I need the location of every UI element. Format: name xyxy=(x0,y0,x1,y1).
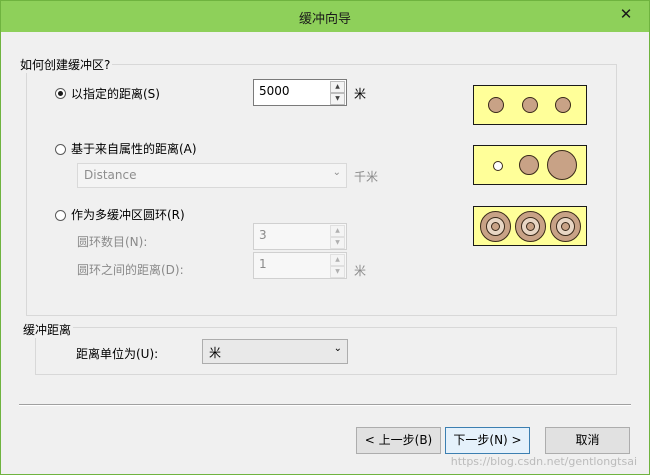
buffer-circle-small-icon xyxy=(493,161,503,171)
ring-buffer-icon xyxy=(480,211,511,242)
ring-distance-down-arrow-icon[interactable]: ▼ xyxy=(330,266,345,278)
single-buffer-illustration xyxy=(473,85,587,125)
variable-buffer-illustration xyxy=(473,145,587,185)
radio-specified-distance-label[interactable]: 以指定的距离(S) xyxy=(71,85,160,102)
distance-field-value: Distance xyxy=(84,168,137,182)
title-bar[interactable]: 缓冲向导 ✕ xyxy=(1,1,649,32)
rings-buffer-illustration xyxy=(473,206,587,246)
radio-specified-distance[interactable] xyxy=(55,88,66,99)
ring-count-label: 圆环数目(N): xyxy=(77,235,148,249)
distance-unit-select-label: 距离单位为(U): xyxy=(76,347,159,361)
ring-distance-up-arrow-icon[interactable]: ▲ xyxy=(330,254,345,266)
attribute-unit-label: 千米 xyxy=(354,170,379,184)
radio-attribute-distance[interactable] xyxy=(55,144,66,155)
close-icon[interactable]: ✕ xyxy=(609,3,643,25)
radio-multiple-rings[interactable] xyxy=(55,210,66,221)
ring-buffer-icon xyxy=(515,211,546,242)
distance-field-select[interactable]: Distance ⌄ xyxy=(77,163,347,188)
ring-distance-value[interactable]: 1 xyxy=(259,257,267,271)
wizard-body: 如何创建缓冲区? 以指定的距离(S) 5000 ▲ ▼ 米 基于来自属性的距离(… xyxy=(9,32,641,468)
buffer-distance-group: 缓冲距离 距离单位为(U): 米 ⌄ xyxy=(21,321,617,375)
buffer-circle-icon xyxy=(522,97,538,113)
create-buffer-group-title: 如何创建缓冲区? xyxy=(18,56,113,73)
chevron-down-icon: ⌄ xyxy=(333,343,342,354)
distance-value[interactable]: 5000 xyxy=(259,84,290,98)
ring-count-spin-buttons: ▲ ▼ xyxy=(330,225,345,249)
distance-stepper[interactable]: 5000 ▲ ▼ xyxy=(253,79,347,106)
create-buffer-group: 如何创建缓冲区? 以指定的距离(S) 5000 ▲ ▼ 米 基于来自属性的距离(… xyxy=(18,56,617,316)
distance-unit-label: 米 xyxy=(354,87,367,101)
distance-spin-buttons: ▲ ▼ xyxy=(330,81,345,105)
cancel-button[interactable]: 取消 xyxy=(545,427,630,454)
back-button[interactable]: < 上一步(B) xyxy=(356,427,441,454)
distance-unit-select-value: 米 xyxy=(209,346,222,360)
buffer-circle-icon xyxy=(488,97,504,113)
distance-unit-select[interactable]: 米 ⌄ xyxy=(202,339,348,364)
chevron-down-icon: ⌄ xyxy=(332,167,341,178)
radio-attribute-distance-label[interactable]: 基于来自属性的距离(A) xyxy=(71,140,197,157)
ring-distance-unit-label: 米 xyxy=(354,264,367,278)
radio-multiple-rings-label[interactable]: 作为多缓冲区圆环(R) xyxy=(71,206,185,223)
buffer-circle-icon xyxy=(555,97,571,113)
ring-count-stepper[interactable]: 3 ▲ ▼ xyxy=(253,223,347,250)
ring-distance-label: 圆环之间的距离(D): xyxy=(77,263,184,277)
distance-up-arrow-icon[interactable]: ▲ xyxy=(330,81,345,93)
ring-count-up-arrow-icon[interactable]: ▲ xyxy=(330,225,345,237)
buffer-circle-large-icon xyxy=(547,150,577,180)
buffer-circle-medium-icon xyxy=(519,155,539,175)
ring-distance-stepper[interactable]: 1 ▲ ▼ xyxy=(253,252,347,279)
footer-separator xyxy=(19,404,631,406)
ring-distance-spin-buttons: ▲ ▼ xyxy=(330,254,345,278)
ring-buffer-icon xyxy=(550,211,581,242)
window-title: 缓冲向导 xyxy=(298,12,351,27)
ring-count-value[interactable]: 3 xyxy=(259,228,267,242)
ring-count-down-arrow-icon[interactable]: ▼ xyxy=(330,237,345,249)
buffer-distance-group-title: 缓冲距离 xyxy=(21,321,74,338)
next-button[interactable]: 下一步(N) > xyxy=(445,427,530,454)
watermark-text: https://blog.csdn.net/gentlongtsai xyxy=(450,455,637,468)
buffer-wizard-window: 缓冲向导 ✕ 如何创建缓冲区? 以指定的距离(S) 5000 ▲ ▼ 米 基于来… xyxy=(0,0,650,475)
distance-down-arrow-icon[interactable]: ▼ xyxy=(330,93,345,105)
